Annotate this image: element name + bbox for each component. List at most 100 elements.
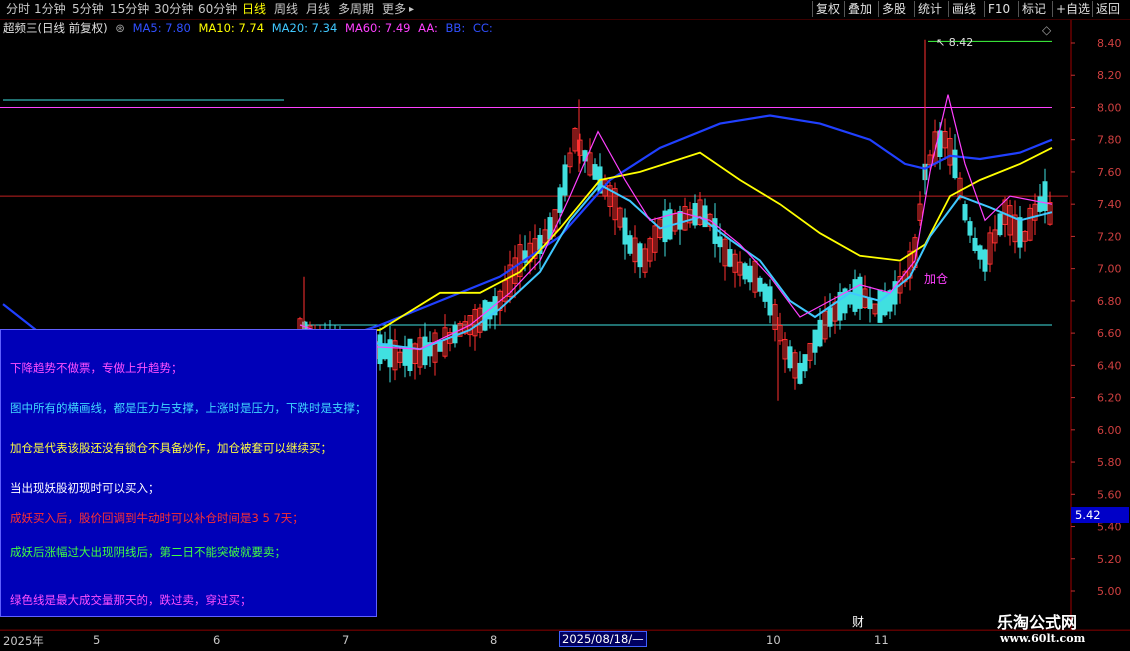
more-caret-icon[interactable]: ▸ [409,2,414,17]
mark-button[interactable]: 标记 [1018,1,1049,17]
y-tick-label: 8.20 [1097,69,1122,82]
multi-stock-button[interactable]: 多股 [878,1,909,17]
candle-body [982,249,988,272]
candle-body [867,298,873,310]
candle-body [997,213,1003,236]
site-watermark-cn: 乐淘公式网 [997,613,1078,632]
overlay-button[interactable]: 叠加 [844,1,875,17]
date-label: 11 [874,633,889,647]
date-label: 8 [490,633,498,647]
strategy-notes-panel: 下降趋势不做票，专做上升趋势； 图中所有的横画线，都是压力与支撑，上涨时是压力，… [0,329,377,617]
note-line: 成妖后涨幅过大出现阴线后，第二日不能突破就要卖； [10,545,286,559]
note-line: 加仓是代表该股还没有锁仓不具备炒作，加仓被套可以继续买； [10,441,332,455]
y-tick-label: 7.00 [1097,263,1122,276]
candle-body [1017,217,1023,248]
y-tick-label: 6.80 [1097,295,1122,308]
candle-body [452,324,458,344]
date-label: 5 [93,633,101,647]
stats-button[interactable]: 统计 [914,1,945,17]
candle-body [747,265,753,283]
note-line: 下降趋势不做票，专做上升趋势； [10,361,183,375]
jiacang-label: 加仓 [924,272,948,286]
note-line: 成妖买入后，股价回调到牛动时可以补仓时间是3 5 7天； [10,511,304,525]
tab-1min[interactable]: 1分钟 [34,2,66,17]
tab-5min[interactable]: 5分钟 [72,2,104,17]
candle-body [967,221,973,236]
candle-body [717,236,723,248]
tab-60min[interactable]: 60分钟 [198,2,237,17]
y-tick-label: 5.00 [1097,585,1122,598]
candle-body [757,277,763,292]
high-price-label: ↖ 8.42 [936,36,973,49]
candle-body [692,203,698,226]
ma60-line [2,114,1053,367]
settings-icon[interactable]: ⊛ [115,21,125,35]
tab-fenshi[interactable]: 分时 [6,2,30,17]
ma10-value: MA10: 7.74 [198,21,265,35]
tab-weekly[interactable]: 周线 [274,2,298,17]
candle-body [817,319,823,347]
y-tick-label: 6.20 [1097,392,1122,405]
tab-15min[interactable]: 15分钟 [110,2,149,17]
candle-body [557,187,563,213]
candle-body [627,235,633,254]
candle-body [1042,181,1048,211]
candle-body [762,283,768,302]
y-tick-label: 7.40 [1097,198,1122,211]
cursor-date-label: 2025/08/18/— [559,631,647,647]
candle-body [727,249,733,267]
diamond-icon: ◇ [1042,23,1052,37]
y-tick-label: 7.60 [1097,166,1122,179]
candle-body [712,218,718,244]
f10-button[interactable]: F10 [984,1,1013,17]
tab-multi-period[interactable]: 多周期 [338,2,374,17]
aa-value: AA: [418,21,438,35]
candle-body [482,300,488,331]
finance-marker-label: 财 [852,615,864,629]
candle-body [422,336,428,366]
date-label: 6 [213,633,221,647]
candle-body [407,338,413,372]
ma20-line [299,183,1053,351]
candle-body [402,346,408,366]
fuquan-button[interactable]: 复权 [812,1,843,17]
candle-body [387,339,393,368]
tab-more[interactable]: 更多 [382,2,406,17]
candlestick-series [297,39,1053,401]
cc-value: CC: [472,21,493,35]
y-tick-label: 7.20 [1097,230,1122,243]
current-price-marker: 5.42 [1071,507,1129,523]
candle-body [857,276,863,309]
y-tick-label: 5.20 [1097,553,1122,566]
ma60-value: MA60: 7.49 [344,21,411,35]
candle-body [702,205,708,228]
y-tick-label: 6.60 [1097,327,1122,340]
site-watermark-url: www.60lt.com [1000,632,1086,645]
y-tick-label: 6.00 [1097,424,1122,437]
ma20-value: MA20: 7.34 [271,21,338,35]
y-tick-label: 8.00 [1097,101,1122,114]
candle-body [972,237,978,251]
indicator-legend: 超频三(日线 前复权) ⊛ MA5: 7.80 MA10: 7.74 MA20:… [0,20,497,36]
candle-body [742,263,748,280]
add-watchlist-button[interactable]: +自选 [1052,1,1093,17]
draw-line-button[interactable]: 画线 [948,1,979,17]
y-tick-label: 7.80 [1097,134,1122,147]
tab-daily[interactable]: 日线 [242,2,266,17]
note-line: 当出现妖股初现时可以买入； [10,481,160,495]
candle-body [562,164,568,196]
candle-body [637,243,643,268]
candle-body [1037,196,1043,212]
bb-value: BB: [445,21,466,35]
tab-monthly[interactable]: 月线 [306,2,330,17]
ma10-line [299,146,1053,334]
y-tick-label: 5.60 [1097,488,1122,501]
ma5-value: MA5: 7.80 [132,21,191,35]
back-button[interactable]: 返回 [1092,1,1123,17]
horizontal-lines [0,40,1068,326]
candle-body [622,217,628,245]
tab-30min[interactable]: 30分钟 [154,2,193,17]
date-label: 2025年 [3,634,44,648]
candle-body [977,245,983,260]
candle-body [812,329,818,353]
